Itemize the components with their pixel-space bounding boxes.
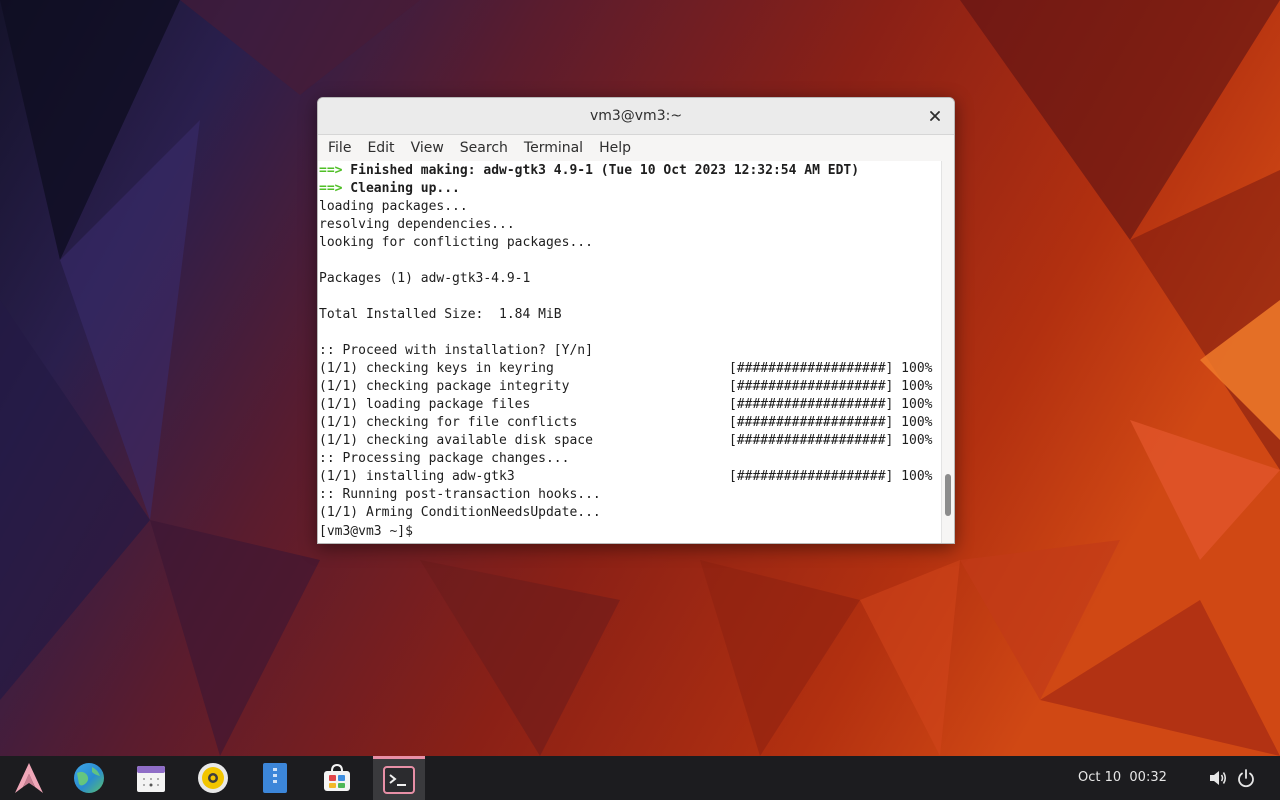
terminal-line: (1/1) loading package files [############…: [319, 396, 942, 414]
terminal-line: ==> Cleaning up...: [319, 180, 942, 198]
terminal-output[interactable]: ==> Finished making: adw-gtk3 4.9-1 (Tue…: [318, 161, 942, 543]
taskbar: Oct 10 00:32: [0, 756, 1280, 800]
terminal-line: (1/1) Arming ConditionNeedsUpdate...: [319, 504, 942, 522]
taskbar-store-button[interactable]: [311, 756, 363, 800]
taskbar-calendar-button[interactable]: [125, 756, 177, 800]
progress-text: [###################] 100%: [729, 361, 933, 376]
taskbar-terminal-button[interactable]: [373, 756, 425, 800]
terminal-line: loading packages...: [319, 198, 942, 216]
menu-search[interactable]: Search: [452, 135, 516, 161]
terminal-text: Total Installed Size: 1.84 MiB: [319, 307, 562, 322]
scrollbar-thumb[interactable]: [945, 473, 951, 516]
terminal-line: (1/1) installing adw-gtk3 [##############…: [319, 468, 942, 486]
menu-view[interactable]: View: [403, 135, 452, 161]
progress-text: [###################] 100%: [729, 397, 933, 412]
terminal-window[interactable]: vm3@vm3:~ File Edit View Search Terminal…: [317, 97, 955, 544]
terminal-text: resolving dependencies...: [319, 217, 515, 232]
terminal-text: Finished making: adw-gtk3 4.9-1 (Tue 10 …: [342, 163, 860, 178]
window-title: vm3@vm3:~: [589, 108, 683, 124]
menu-file[interactable]: File: [320, 135, 359, 161]
web-browser-icon: [74, 763, 104, 793]
terminal-text: (1/1) loading package files: [319, 397, 531, 412]
progress-text: [###################] 100%: [729, 469, 933, 484]
music-player-icon: [198, 763, 228, 793]
terminal-line: :: Processing package changes...: [319, 450, 942, 468]
terminal-text: loading packages...: [319, 199, 468, 214]
terminal-text: (1/1) checking package integrity: [319, 379, 570, 394]
terminal-scrollbar[interactable]: [941, 161, 954, 543]
terminal-icon: [383, 765, 415, 794]
terminal-lines: ==> Finished making: adw-gtk3 4.9-1 (Tue…: [318, 161, 942, 540]
terminal-line: (1/1) checking available disk space [####…: [319, 432, 942, 450]
shell-prompt: [vm3@vm3 ~]$: [319, 524, 421, 539]
menu-terminal[interactable]: Terminal: [516, 135, 591, 161]
terminal-line: [vm3@vm3 ~]$: [319, 522, 942, 540]
menu-help[interactable]: Help: [591, 135, 639, 161]
terminal-line: Total Installed Size: 1.84 MiB: [319, 306, 942, 324]
terminal-text: (1/1) checking available disk space: [319, 433, 593, 448]
terminal-line: :: Running post-transaction hooks...: [319, 486, 942, 504]
close-icon: [930, 111, 940, 121]
taskbar-clock[interactable]: Oct 10 00:32: [1078, 756, 1167, 800]
terminal-arrow: ==>: [319, 181, 343, 196]
terminal-text: :: Running post-transaction hooks...: [319, 487, 601, 502]
terminal-text: (1/1) Arming ConditionNeedsUpdate...: [319, 505, 601, 520]
menu-bar: File Edit View Search Terminal Help: [318, 135, 954, 162]
close-button[interactable]: [924, 105, 946, 127]
progress-text: [###################] 100%: [729, 433, 933, 448]
terminal-text: :: Processing package changes...: [319, 451, 570, 466]
terminal-line: (1/1) checking package integrity [#######…: [319, 378, 942, 396]
terminal-arrow: ==>: [319, 163, 343, 178]
progress-text: [###################] 100%: [729, 379, 933, 394]
terminal-text: (1/1) checking keys in keyring: [319, 361, 554, 376]
taskbar-music-button[interactable]: [187, 756, 239, 800]
terminal-line: looking for conflicting packages...: [319, 234, 942, 252]
terminal-text: (1/1) installing adw-gtk3: [319, 469, 515, 484]
power-icon[interactable]: [1236, 768, 1256, 788]
terminal-line: (1/1) checking keys in keyring [#########…: [319, 360, 942, 378]
terminal-text: :: Proceed with installation? [Y/n]: [319, 343, 593, 358]
terminal-text: Cleaning up...: [342, 181, 460, 196]
taskbar-files-button[interactable]: [249, 756, 301, 800]
window-titlebar[interactable]: vm3@vm3:~: [318, 98, 954, 135]
terminal-line: resolving dependencies...: [319, 216, 942, 234]
menu-edit[interactable]: Edit: [359, 135, 402, 161]
taskbar-browser-button[interactable]: [63, 756, 115, 800]
terminal-line: Packages (1) adw-gtk3-4.9-1: [319, 270, 942, 288]
terminal-line: ==> Finished making: adw-gtk3 4.9-1 (Tue…: [319, 162, 942, 180]
terminal-text: Packages (1) adw-gtk3-4.9-1: [319, 271, 531, 286]
calendar-icon: [137, 766, 165, 792]
terminal-text: looking for conflicting packages...: [319, 235, 593, 250]
terminal-text: (1/1) checking for file conflicts: [319, 415, 578, 430]
arch-logo-icon: [15, 763, 43, 793]
terminal-line: :: Proceed with installation? [Y/n]: [319, 342, 942, 360]
file-manager-icon: [263, 763, 287, 793]
volume-icon[interactable]: [1208, 768, 1228, 788]
terminal-line: (1/1) checking for file conflicts [######…: [319, 414, 942, 432]
software-store-icon: [324, 763, 350, 791]
progress-text: [###################] 100%: [729, 415, 933, 430]
taskbar-arch-menu-button[interactable]: [3, 756, 55, 800]
